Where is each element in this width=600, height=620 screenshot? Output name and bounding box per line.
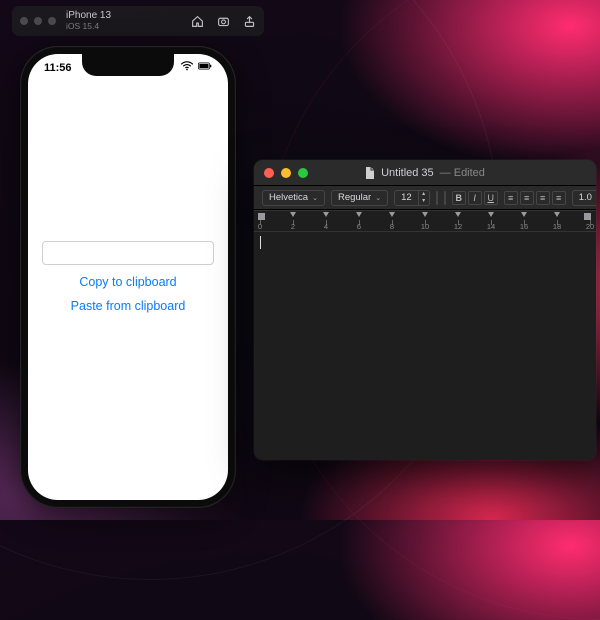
close-icon[interactable] (264, 168, 274, 178)
step-down-icon[interactable]: ▾ (419, 198, 429, 205)
ruler[interactable]: 02468101214161820 (254, 210, 596, 232)
line-spacing-stepper[interactable]: 1.0 ▴▾ (572, 190, 596, 206)
textedit-toolbar: Helvetica⌄ Regular⌄ 12 ▴▾ B I U ≡ ≡ ≡ ≡ … (254, 186, 596, 210)
wifi-icon (180, 61, 194, 74)
align-group: ≡ ≡ ≡ ≡ (504, 191, 566, 205)
tab-stop-icon[interactable] (422, 212, 428, 217)
align-justify-button[interactable]: ≡ (552, 191, 566, 205)
status-time: 11:56 (44, 62, 72, 74)
tab-stop-icon[interactable] (290, 212, 296, 217)
home-icon[interactable] (190, 14, 204, 28)
iphone-screen: 11:56 Copy to clipboard Paste from clipb… (28, 54, 228, 500)
text-caret (260, 236, 261, 249)
bg-color-swatch[interactable] (444, 191, 446, 205)
simulator-device-label: iPhone 13 iOS 15.4 (66, 10, 111, 32)
screenshot-icon[interactable] (216, 14, 230, 28)
text-style-group: B I U (452, 191, 498, 205)
text-field[interactable] (42, 241, 214, 265)
chevron-down-icon: ⌄ (375, 194, 381, 202)
text-area[interactable] (254, 232, 596, 460)
right-indent-marker[interactable] (584, 213, 591, 220)
window-title: Untitled 35 (381, 167, 434, 179)
chevron-down-icon: ⌄ (312, 194, 318, 202)
iphone-notch (82, 54, 174, 76)
traffic-lights[interactable] (264, 168, 308, 178)
bold-button[interactable]: B (452, 191, 466, 205)
document-icon (365, 167, 375, 179)
step-up-icon[interactable]: ▴ (419, 191, 429, 198)
iphone-frame: 11:56 Copy to clipboard Paste from clipb… (20, 46, 236, 508)
align-center-button[interactable]: ≡ (520, 191, 534, 205)
copy-button[interactable]: Copy to clipboard (79, 275, 176, 289)
italic-button[interactable]: I (468, 191, 482, 205)
font-size-stepper[interactable]: 12 ▴▾ (394, 190, 430, 206)
text-color-swatch[interactable] (436, 191, 438, 205)
zoom-icon[interactable] (298, 168, 308, 178)
window-title-suffix: — Edited (440, 167, 485, 179)
underline-button[interactable]: U (484, 191, 498, 205)
tab-stop-icon[interactable] (554, 212, 560, 217)
tab-stop-icon[interactable] (356, 212, 362, 217)
export-icon[interactable] (242, 14, 256, 28)
minimize-icon[interactable] (281, 168, 291, 178)
tab-stop-icon[interactable] (323, 212, 329, 217)
app-content: Copy to clipboard Paste from clipboard (28, 54, 228, 500)
tab-stop-icon[interactable] (455, 212, 461, 217)
device-name: iPhone 13 (66, 10, 111, 21)
align-left-button[interactable]: ≡ (504, 191, 518, 205)
tab-stop-icon[interactable] (488, 212, 494, 217)
tab-stop-icon[interactable] (521, 212, 527, 217)
battery-icon (198, 61, 212, 74)
paste-button[interactable]: Paste from clipboard (71, 299, 186, 313)
left-indent-marker[interactable] (258, 213, 265, 220)
device-os: iOS 15.4 (66, 21, 111, 32)
font-family-select[interactable]: Helvetica⌄ (262, 190, 325, 206)
simulator-titlebar: iPhone 13 iOS 15.4 (12, 6, 264, 36)
tab-stop-icon[interactable] (389, 212, 395, 217)
textedit-titlebar[interactable]: Untitled 35 — Edited (254, 160, 596, 186)
traffic-lights-inactive (20, 17, 56, 25)
textedit-window: Untitled 35 — Edited Helvetica⌄ Regular⌄… (254, 160, 596, 460)
align-right-button[interactable]: ≡ (536, 191, 550, 205)
font-style-select[interactable]: Regular⌄ (331, 190, 388, 206)
